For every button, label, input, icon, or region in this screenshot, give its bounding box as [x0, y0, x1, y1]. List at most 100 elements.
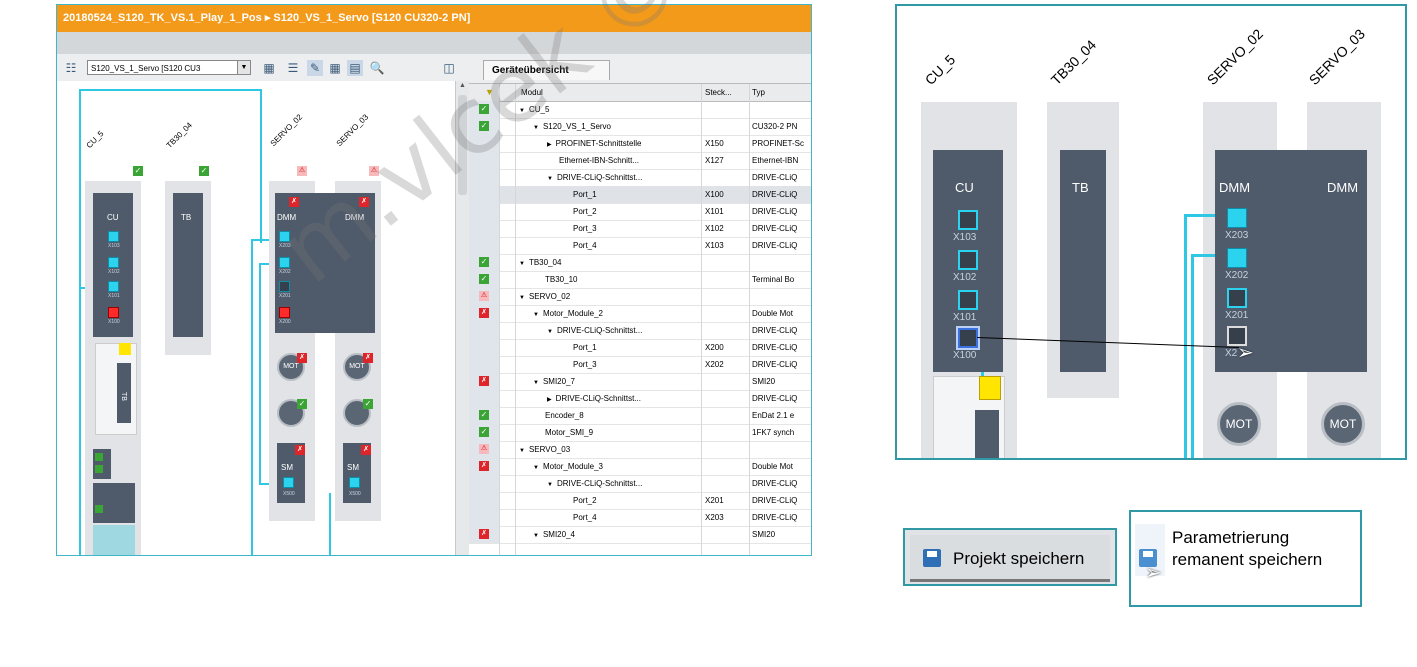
table-row[interactable]: Port_1 X100 DRIVE-CLiQ [469, 186, 811, 204]
module-label-dmm: DMM [277, 213, 297, 222]
network-view-icon[interactable]: ☷ [63, 60, 79, 76]
status-ok-icon: ✓ [479, 257, 489, 267]
zoom-port-x201[interactable] [1227, 288, 1247, 308]
table-row[interactable]: Port_4 X203 DRIVE-CLiQ [469, 509, 811, 527]
collapse-triangle-icon[interactable]: ▼ [533, 533, 539, 539]
collapse-triangle-icon[interactable]: ▼ [533, 312, 539, 318]
collapse-triangle-icon[interactable]: ▼ [533, 380, 539, 386]
zoom-motor-icon[interactable]: MOT [1321, 402, 1365, 446]
table-row[interactable]: ✗ ▼ Motor_Module_2 Double Mot [469, 305, 811, 323]
chevron-down-icon[interactable]: ▼ [237, 61, 250, 74]
table-row[interactable]: ⚠ ▼ SERVO_02 [469, 288, 811, 306]
table-row[interactable]: Port_3 X102 DRIVE-CLiQ [469, 220, 811, 238]
type-cell: Double Mot [752, 462, 793, 471]
status-cell: ⚠ [469, 288, 499, 305]
table-row[interactable]: ▼ DRIVE-CLiQ-Schnittst... DRIVE-CLiQ [469, 169, 811, 187]
zoom-motor-icon[interactable]: MOT [1217, 402, 1261, 446]
collapse-triangle-icon[interactable]: ▼ [533, 465, 539, 471]
table-row[interactable]: Ethernet-IBN-Schnitt... X127 Ethernet-IBN [469, 152, 811, 170]
table-row[interactable]: ✗ ▼ SMI20_4 SMI20 [469, 526, 811, 544]
col-header-typ[interactable]: Typ [752, 84, 811, 101]
port-x201[interactable] [279, 281, 290, 292]
port-x102[interactable] [108, 257, 119, 268]
canvas-scrollbar[interactable]: ▲ [455, 81, 470, 555]
table-row[interactable]: Port_2 X201 DRIVE-CLiQ [469, 492, 811, 510]
zoom-port-x101[interactable] [958, 290, 978, 310]
zoom-icon[interactable]: 🔍 [369, 60, 385, 76]
connector-led [95, 465, 103, 473]
grid-icon[interactable]: ▦ [327, 60, 343, 76]
table-row[interactable]: ▼ DRIVE-CLiQ-Schnittst... DRIVE-CLiQ [469, 322, 811, 340]
device-label-cu5: CU_5 [84, 129, 106, 150]
port-x203[interactable] [279, 231, 290, 242]
table-row[interactable]: ✗ ▼ SMI20_7 SMI20 [469, 373, 811, 391]
device-select-dropdown[interactable]: S120_VS_1_Servo [S120 CU3 ▼ [87, 60, 251, 75]
table-row[interactable]: ▶ DRIVE-CLiQ-Schnittst... DRIVE-CLiQ [469, 390, 811, 408]
zoom-port-x203[interactable] [1227, 208, 1247, 228]
table-row[interactable]: ✓ ▼ S120_VS_1_Servo CU320-2 PN [469, 118, 811, 136]
type-cell: DRIVE-CLiQ [752, 190, 798, 199]
page-icon[interactable]: ▤ [347, 60, 363, 76]
port-label: X500 [283, 491, 295, 497]
zoom-cu-slot [975, 410, 999, 458]
module-name-cell: ▼ SMI20_4 [533, 526, 701, 545]
expand-triangle-icon[interactable]: ▶ [547, 397, 552, 403]
col-header-modul[interactable]: Modul [521, 84, 543, 101]
collapse-triangle-icon[interactable]: ▼ [547, 176, 553, 182]
tia-device-view-window: 20180524_S120_TK_VS.1_Play_1_Pos ▸ S120_… [56, 4, 812, 556]
status-error-icon: ✗ [479, 376, 489, 386]
table-row[interactable]: ⚠ ▼ SERVO_03 [469, 441, 811, 459]
type-cell: Terminal Bo [752, 275, 795, 284]
table-row[interactable]: ✗ ▼ Motor_Module_3 Double Mot [469, 458, 811, 476]
port-x500[interactable] [349, 477, 360, 488]
zoom-port-x102[interactable] [958, 250, 978, 270]
table-row[interactable]: ✓ ▼ TB30_04 [469, 254, 811, 272]
collapse-triangle-icon[interactable]: ▼ [519, 295, 525, 301]
collapse-triangle-icon[interactable]: ▼ [519, 261, 525, 267]
port-x200[interactable] [279, 307, 290, 318]
col-header-steck[interactable]: Steck... [705, 84, 749, 101]
table-row[interactable]: Port_4 X103 DRIVE-CLiQ [469, 237, 811, 255]
module-name: TB30_04 [528, 258, 562, 267]
collapse-triangle-icon[interactable]: ▼ [533, 125, 539, 131]
module-name-cell: Motor_SMI_9 [533, 424, 713, 441]
collapse-triangle-icon[interactable]: ▼ [547, 329, 553, 335]
module-name: Port_1 [573, 343, 597, 352]
scrollbar-thumb[interactable] [458, 95, 467, 195]
table-row[interactable]: ✓ Encoder_8 EnDat 2.1 e [469, 407, 811, 425]
module-name-cell: Port_4 [561, 509, 713, 526]
port-x100[interactable] [108, 307, 119, 318]
zoom-port-x100-selected[interactable] [956, 326, 980, 350]
save-project-button[interactable]: Projekt speichern [903, 528, 1117, 586]
port-x103[interactable] [108, 231, 119, 242]
table-row[interactable]: Port_3 X202 DRIVE-CLiQ [469, 356, 811, 374]
collapse-triangle-icon[interactable]: ▼ [519, 108, 525, 114]
device-canvas[interactable]: CU_5 ✓ CU X103 X102 X101 X100 TB TB30_04… [57, 81, 455, 555]
filter-icon[interactable]: ▼ [485, 84, 494, 101]
collapse-triangle-icon[interactable]: ▼ [547, 482, 553, 488]
type-cell: DRIVE-CLiQ [752, 479, 798, 488]
collapse-triangle-icon[interactable]: ▼ [519, 448, 525, 454]
table-row[interactable]: Port_1 X200 DRIVE-CLiQ [469, 339, 811, 357]
table-row[interactable]: Port_2 X101 DRIVE-CLiQ [469, 203, 811, 221]
port-x500[interactable] [283, 477, 294, 488]
tab-device-overview[interactable]: Geräteübersicht [483, 60, 610, 80]
port-x101[interactable] [108, 281, 119, 292]
properties-icon[interactable]: ☰ [285, 60, 301, 76]
save-icon[interactable]: ▦ [261, 60, 277, 76]
port-x202[interactable] [279, 257, 290, 268]
table-row[interactable]: ✓ Motor_SMI_9 1FK7 synch [469, 424, 811, 442]
module-name-cell: Port_2 [561, 203, 713, 220]
expand-triangle-icon[interactable]: ▶ [547, 142, 552, 148]
zoom-port-x103[interactable] [958, 210, 978, 230]
save-project-button-face[interactable]: Projekt speichern [910, 535, 1110, 582]
table-row[interactable]: ✓ TB30_10 Terminal Bo [469, 271, 811, 289]
scroll-up-icon[interactable]: ▲ [457, 82, 468, 94]
overview-toggle-icon[interactable]: ◫ [441, 60, 457, 76]
table-row[interactable]: ▼ DRIVE-CLiQ-Schnittst... DRIVE-CLiQ [469, 475, 811, 493]
topology-icon[interactable]: ✎ [307, 60, 323, 76]
table-row[interactable]: ✓ ▼ CU_5 [469, 101, 811, 119]
save-parameters-retentive-button[interactable]: ➢ Parametrierung remanent speichern [1129, 510, 1362, 607]
table-row[interactable]: ▶ PROFINET-Schnittstelle X150 PROFINET-Sc [469, 135, 811, 153]
zoom-port-x202[interactable] [1227, 248, 1247, 268]
